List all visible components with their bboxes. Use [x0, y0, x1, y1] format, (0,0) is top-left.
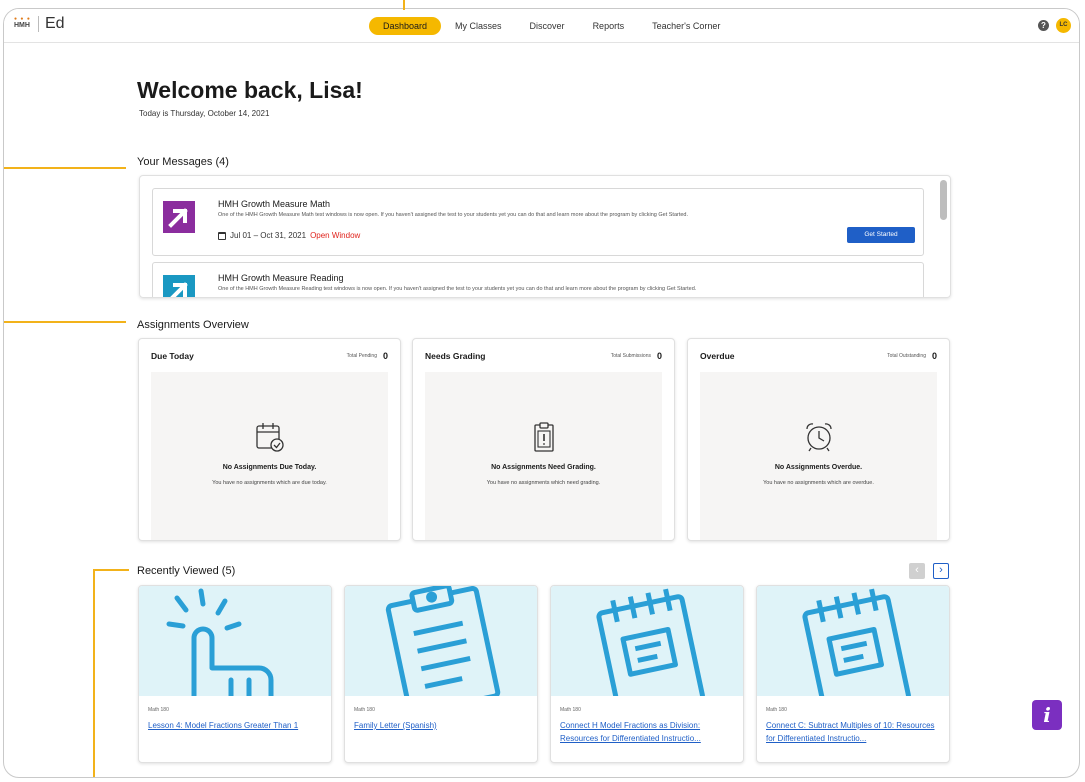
- recent-link[interactable]: Lesson 4: Model Fractions Greater Than 1: [148, 719, 323, 732]
- empty-subtitle: You have no assignments which are due to…: [212, 480, 327, 486]
- recent-thumbnail: [139, 586, 331, 696]
- annotation-line-assignments: [4, 321, 126, 323]
- message-card: HMH Growth Measure Math One of the HMH G…: [152, 188, 924, 256]
- card-count: 0: [656, 351, 662, 361]
- message-title: HMH Growth Measure Math: [218, 199, 331, 209]
- app-logo[interactable]: ● ● ● HMH Ed: [14, 15, 65, 33]
- growth-arrow-icon: [163, 275, 195, 297]
- today-date: Today is Thursday, October 14, 2021: [139, 109, 270, 118]
- nav-reports[interactable]: Reports: [579, 17, 639, 35]
- messages-title: Your Messages (4): [137, 156, 229, 168]
- logo-divider: [38, 16, 39, 32]
- message-date-range: Jul 01 – Oct 31, 2021: [230, 231, 307, 240]
- annotation-line-recent-v: [93, 569, 95, 777]
- empty-title: No Assignments Overdue.: [774, 464, 863, 471]
- overdue-card: Overdue Total Outstanding 0 No Assignmen…: [687, 338, 950, 541]
- notepad-icon: [802, 588, 911, 696]
- carousel-controls: ‹ ›: [909, 563, 949, 579]
- recent-title: Recently Viewed (5): [137, 565, 236, 577]
- annotation-line-recent-h: [93, 569, 129, 571]
- due-today-card: Due Today Total Pending 0 No Assignments…: [138, 338, 401, 541]
- card-count: 0: [382, 351, 388, 361]
- needs-grading-card: Needs Grading Total Submissions 0 No Ass…: [412, 338, 675, 541]
- recent-category: Math 180: [148, 707, 169, 713]
- card-empty-area: No Assignments Need Grading. You have no…: [425, 372, 662, 540]
- recent-link[interactable]: Connect C: Subtract Multiples of 10: Res…: [766, 719, 941, 745]
- card-meta: Total Pending 0: [347, 351, 388, 361]
- nav-teachers-corner[interactable]: Teacher's Corner: [638, 17, 734, 35]
- nav-my-classes[interactable]: My Classes: [441, 17, 516, 35]
- recent-card[interactable]: Math 180 Connect H Model Fractions as Di…: [550, 585, 744, 763]
- recent-thumbnail: [551, 586, 743, 696]
- message-status: Open Window: [310, 231, 361, 240]
- message-title: HMH Growth Measure Reading: [218, 273, 344, 283]
- card-title: Due Today: [151, 351, 194, 361]
- recent-card[interactable]: Math 180 Connect C: Subtract Multiples o…: [756, 585, 950, 763]
- clipboard-icon: [533, 422, 554, 452]
- alarm-clock-icon: [805, 423, 832, 452]
- card-meta-label: Total Submissions: [610, 353, 651, 359]
- card-title: Needs Grading: [425, 351, 486, 361]
- message-card: HMH Growth Measure Reading One of the HM…: [152, 262, 924, 297]
- chevron-left-icon[interactable]: ‹: [909, 563, 925, 579]
- top-nav: ● ● ● HMH Ed Dashboard My Classes Discov…: [4, 9, 1079, 43]
- recent-category: Math 180: [766, 707, 787, 713]
- empty-title: No Assignments Due Today.: [222, 464, 317, 471]
- nav-discover[interactable]: Discover: [516, 17, 579, 35]
- nav-dashboard[interactable]: Dashboard: [369, 17, 442, 35]
- pointing-hand-icon: [166, 588, 274, 696]
- card-title: Overdue: [700, 351, 735, 361]
- assignments-title: Assignments Overview: [137, 319, 249, 331]
- empty-subtitle: You have no assignments which need gradi…: [486, 480, 601, 486]
- product-name: Ed: [45, 15, 65, 32]
- card-empty-area: No Assignments Overdue. You have no assi…: [700, 372, 937, 540]
- hmh-logo-icon: ● ● ● HMH: [14, 16, 31, 29]
- recent-link[interactable]: Connect H Model Fractions as Division: R…: [560, 719, 735, 745]
- recent-category: Math 180: [560, 707, 581, 713]
- empty-subtitle: You have no assignments which are overdu…: [763, 480, 874, 486]
- recent-card[interactable]: Math 180 Family Letter (Spanish): [344, 585, 538, 763]
- info-icon[interactable]: i: [1032, 700, 1062, 730]
- card-meta-label: Total Outstanding: [887, 353, 926, 359]
- avatar[interactable]: LC: [1056, 18, 1071, 33]
- messages-scrollbar[interactable]: [940, 180, 947, 220]
- annotation-line-messages: [4, 167, 126, 169]
- recent-thumbnail: [345, 586, 537, 696]
- growth-arrow-icon: [163, 201, 195, 233]
- card-meta: Total Submissions 0: [611, 351, 662, 361]
- card-count: 0: [931, 351, 937, 361]
- help-icon[interactable]: ?: [1038, 20, 1049, 31]
- empty-title: No Assignments Need Grading.: [491, 464, 596, 471]
- get-started-button[interactable]: Get Started: [847, 227, 915, 243]
- card-empty-area: No Assignments Due Today. You have no as…: [151, 372, 388, 540]
- clipboard-icon: [385, 586, 501, 696]
- card-meta-label: Total Pending: [346, 353, 377, 359]
- recent-card[interactable]: Math 180 Lesson 4: Model Fractions Great…: [138, 585, 332, 763]
- page-title: Welcome back, Lisa!: [137, 77, 363, 103]
- recent-category: Math 180: [354, 707, 375, 713]
- recent-thumbnail: [757, 586, 949, 696]
- chevron-right-icon[interactable]: ›: [933, 563, 949, 579]
- message-description: One of the HMH Growth Measure Reading te…: [218, 286, 697, 292]
- message-description: One of the HMH Growth Measure Math test …: [218, 212, 689, 218]
- notepad-icon: [596, 588, 705, 696]
- messages-panel: HMH Growth Measure Math One of the HMH G…: [139, 175, 951, 298]
- recent-link[interactable]: Family Letter (Spanish): [354, 719, 529, 732]
- app-window: ● ● ● HMH Ed Dashboard My Classes Discov…: [3, 8, 1080, 778]
- main-nav: Dashboard My Classes Discover Reports Te…: [369, 17, 734, 35]
- card-meta: Total Outstanding 0: [887, 351, 937, 361]
- calendar-check-icon: [255, 423, 284, 452]
- calendar-icon: [218, 231, 226, 240]
- message-date: Jul 01 – Oct 31, 2021 Open Window: [218, 231, 360, 240]
- annotation-line-top: [403, 0, 405, 10]
